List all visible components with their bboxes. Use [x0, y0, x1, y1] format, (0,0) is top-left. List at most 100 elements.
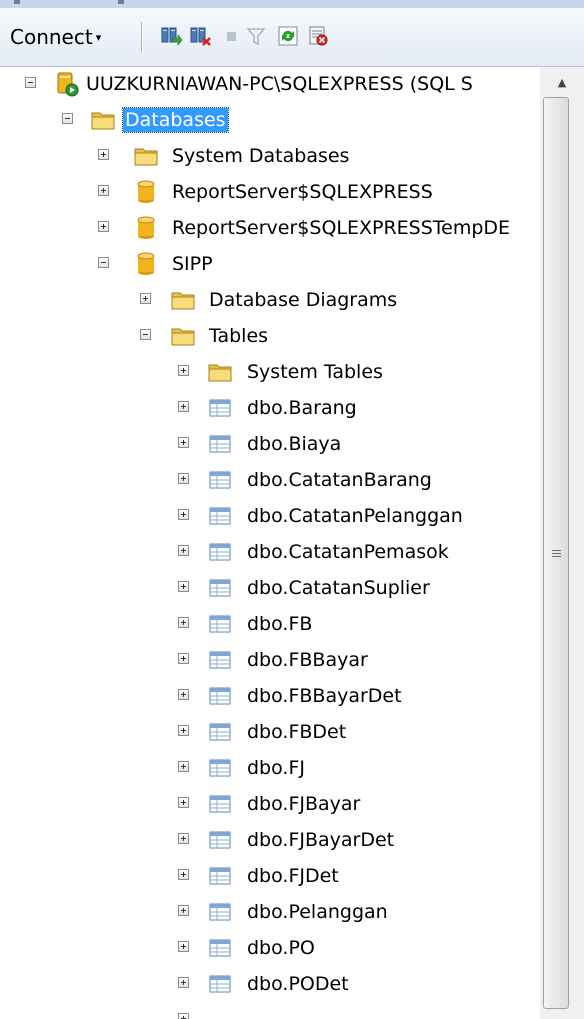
tree-node-table[interactable]: dbo.FJ [0, 751, 540, 787]
expand-icon[interactable] [178, 689, 189, 700]
expand-icon[interactable] [178, 653, 189, 664]
tree-node-label: dbo.PODet [247, 973, 349, 995]
tree-node-table[interactable]: dbo.CatatanPemasok [0, 535, 540, 571]
table-icon [209, 975, 231, 993]
tree-node-database[interactable]: ReportServer$SQLEXPRESS [0, 175, 540, 211]
expand-icon[interactable] [98, 221, 109, 232]
tree-node-table[interactable]: dbo.FBBayar [0, 643, 540, 679]
expand-icon[interactable] [178, 545, 189, 556]
tree-node-partial [0, 1003, 540, 1019]
tree-node-database-sipp[interactable]: SIPP [0, 247, 540, 283]
expand-icon[interactable] [178, 401, 189, 412]
tree-node-table[interactable]: dbo.CatatanSuplier [0, 571, 540, 607]
tree-node-table[interactable]: dbo.FJBayarDet [0, 823, 540, 859]
expand-icon[interactable] [140, 293, 151, 304]
expand-icon[interactable] [178, 833, 189, 844]
collapse-icon[interactable] [25, 77, 36, 88]
expand-icon[interactable] [178, 977, 189, 988]
expand-icon[interactable] [178, 797, 189, 808]
expand-icon[interactable] [178, 365, 189, 376]
table-icon [209, 867, 231, 885]
table-icon [209, 435, 231, 453]
disconnect-icon[interactable] [189, 25, 211, 47]
expand-icon[interactable] [178, 509, 189, 520]
tree-node-table[interactable]: dbo.FJDet [0, 859, 540, 895]
expand-icon[interactable] [178, 761, 189, 772]
expand-icon[interactable] [98, 185, 109, 196]
expand-icon[interactable] [178, 869, 189, 880]
scroll-up-arrow-icon[interactable]: ▲ [552, 73, 572, 93]
grip-mark [14, 0, 20, 4]
table-icon [209, 471, 231, 489]
scrollbar-thumb[interactable] [543, 97, 569, 1009]
database-icon [137, 252, 155, 275]
table-icon [209, 759, 231, 777]
expand-icon[interactable] [178, 1013, 189, 1019]
tree-node-databases[interactable]: Databases [0, 103, 540, 139]
database-icon [137, 180, 155, 203]
collapse-icon[interactable] [62, 113, 73, 124]
tree-node-label: dbo.CatatanSuplier [247, 577, 430, 599]
connect-label: Connect [10, 25, 93, 49]
tree-node-database[interactable]: ReportServer$SQLEXPRESSTempDE [0, 211, 540, 247]
toolbar-separator [141, 22, 143, 52]
chevron-down-icon[interactable]: ▾ [96, 31, 102, 44]
tree-node-table[interactable]: dbo.Pelanggan [0, 895, 540, 931]
tree-node-system-databases[interactable]: System Databases [0, 139, 540, 175]
tree-node-label: dbo.CatatanBarang [247, 469, 432, 491]
table-icon [209, 651, 231, 669]
tree-node-database-diagrams[interactable]: Database Diagrams [0, 283, 540, 319]
table-icon [209, 507, 231, 525]
table-icon [209, 687, 231, 705]
collapse-icon[interactable] [140, 329, 151, 340]
expand-icon[interactable] [178, 437, 189, 448]
tree-node-tables[interactable]: Tables [0, 319, 540, 355]
expand-icon[interactable] [98, 149, 109, 160]
tree-node-table[interactable]: dbo.FBDet [0, 715, 540, 751]
tree-node-label: ReportServer$SQLEXPRESS [172, 181, 433, 203]
tree-node-table[interactable]: dbo.FB [0, 607, 540, 643]
folder-icon [91, 112, 115, 130]
tree-node-system-tables[interactable]: System Tables [0, 355, 540, 391]
filter-icon[interactable] [245, 25, 267, 47]
tree-node-table[interactable]: dbo.FBBayarDet [0, 679, 540, 715]
grip-mark [118, 0, 124, 4]
server-icon [57, 72, 79, 97]
tree-node-table[interactable]: dbo.FJBayar [0, 787, 540, 823]
tree-node-table[interactable]: dbo.CatatanBarang [0, 463, 540, 499]
tree-node-server[interactable]: UUZKURNIAWAN-PC\SQLEXPRESS (SQL S [0, 67, 540, 103]
stop-icon[interactable] [220, 25, 242, 47]
expand-icon[interactable] [178, 905, 189, 916]
tree-node-label: UUZKURNIAWAN-PC\SQLEXPRESS (SQL S [86, 73, 473, 95]
expand-icon[interactable] [178, 617, 189, 628]
grip-icon [552, 550, 561, 559]
folder-icon [171, 328, 195, 346]
database-icon [137, 216, 155, 239]
activity-monitor-icon[interactable] [307, 25, 329, 47]
tree-node-table[interactable]: dbo.Barang [0, 391, 540, 427]
register-server-icon[interactable] [160, 25, 182, 47]
tree-node-label: Databases [122, 107, 229, 133]
expand-icon[interactable] [178, 941, 189, 952]
refresh-icon[interactable] [277, 25, 299, 47]
tree-node-table[interactable]: dbo.Biaya [0, 427, 540, 463]
table-icon [209, 903, 231, 921]
expand-icon[interactable] [178, 725, 189, 736]
tree-node-label: System Databases [172, 145, 350, 167]
expand-icon[interactable] [178, 581, 189, 592]
tree-node-label: dbo.FBBayarDet [247, 685, 402, 707]
window-top-edge [0, 0, 584, 8]
connect-button[interactable]: Connect ▾ [10, 24, 101, 50]
collapse-icon[interactable] [98, 257, 109, 268]
vertical-scrollbar[interactable]: ▲ [540, 67, 584, 1019]
tree-node-label: dbo.FBDet [247, 721, 347, 743]
tree-node-table[interactable]: dbo.PO [0, 931, 540, 967]
table-icon [209, 831, 231, 849]
table-icon [209, 543, 231, 561]
expand-icon[interactable] [178, 473, 189, 484]
tree-node-table[interactable]: dbo.PODet [0, 967, 540, 1003]
tree-node-table[interactable]: dbo.CatatanPelanggan [0, 499, 540, 535]
tree-node-label: System Tables [247, 361, 383, 383]
tree-node-label: SIPP [172, 253, 213, 275]
tree-node-label: dbo.FJBayar [247, 793, 361, 815]
